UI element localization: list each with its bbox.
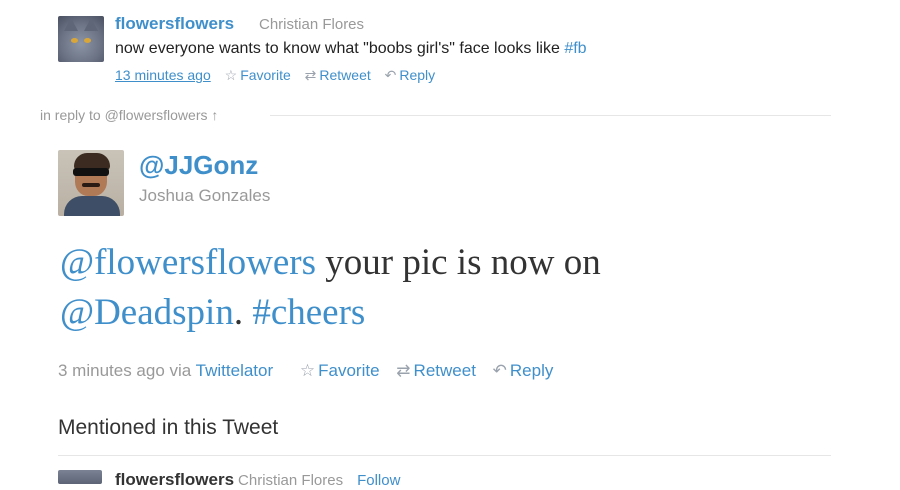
star-icon: ☆	[299, 361, 316, 380]
divider	[58, 455, 831, 456]
retweet-icon: ⇄	[396, 361, 411, 380]
reply-label: Reply	[399, 67, 436, 83]
main-favorite-button[interactable]: ☆ Favorite	[300, 361, 380, 380]
main-reply-button[interactable]: ↶ Reply	[493, 361, 554, 380]
reply-tweet-body: now everyone wants to know what "boobs g…	[115, 40, 565, 57]
favorite-label: Favorite	[240, 67, 291, 83]
hashtag-fb-link[interactable]: #fb	[564, 40, 586, 57]
mentioned-fullname: Christian Flores	[238, 472, 344, 489]
main-favorite-label: Favorite	[318, 361, 380, 380]
reply-tweet-actions: 13 minutes ago ☆ Favorite ⇄ Retweet ↶ Reply	[115, 67, 445, 84]
main-tweet-meta: 3 minutes ago via Twittelator ☆ Favorite …	[58, 361, 565, 381]
main-tweet-timestamp: 3 minutes ago via	[58, 361, 196, 380]
follow-button[interactable]: Follow	[357, 472, 400, 489]
reply-tweet-username[interactable]: flowersflowers	[115, 14, 234, 34]
main-tweet-text: @flowersflowers your pic is now on @Deads…	[60, 238, 840, 338]
reply-tweet-text: now everyone wants to know what "boobs g…	[115, 40, 587, 58]
divider	[270, 115, 831, 116]
mentioned-user-avatar[interactable]	[58, 470, 102, 484]
client-link[interactable]: Twittelator	[196, 361, 273, 380]
main-retweet-button[interactable]: ⇄ Retweet	[396, 361, 476, 380]
main-retweet-label: Retweet	[413, 361, 476, 380]
favorite-button[interactable]: ☆ Favorite	[225, 67, 291, 83]
main-tweet-text-part1: your pic is now on	[316, 242, 601, 283]
main-tweet-text-part2: .	[233, 292, 253, 333]
flowersflowers-avatar[interactable]	[58, 16, 104, 62]
mentioned-heading: Mentioned in this Tweet	[58, 416, 279, 439]
cat-ear-right	[84, 18, 98, 31]
retweet-icon: ⇄	[304, 67, 317, 83]
avatar-mustache	[82, 183, 100, 187]
reply-icon: ↶	[492, 361, 507, 380]
main-tweet-handle[interactable]: @JJGonz	[139, 150, 258, 181]
main-tweet-fullname: Joshua Gonzales	[139, 186, 271, 205]
reply-tweet-timestamp[interactable]: 13 minutes ago	[115, 67, 211, 83]
cat-eye-right	[84, 38, 91, 43]
hashtag-cheers-link[interactable]: #cheers	[252, 292, 365, 333]
reply-tweet-fullname: Christian Flores	[259, 16, 365, 33]
avatar-shirt	[64, 196, 120, 216]
cat-ear-left	[64, 18, 78, 31]
retweet-label: Retweet	[319, 67, 371, 83]
main-reply-label: Reply	[509, 361, 554, 380]
mention-flowersflowers-link[interactable]: @flowersflowers	[60, 242, 316, 283]
jjgonz-avatar[interactable]	[58, 150, 124, 216]
mention-deadspin-link[interactable]: @Deadspin	[60, 292, 234, 333]
avatar-sunglasses	[73, 168, 109, 176]
mentioned-user-row: flowersflowers Christian Flores Follow	[115, 470, 400, 490]
in-reply-to-link[interactable]: in reply to @flowersflowers ↑	[40, 107, 218, 123]
reply-button[interactable]: ↶ Reply	[385, 67, 436, 83]
retweet-button[interactable]: ⇄ Retweet	[305, 67, 371, 83]
star-icon: ☆	[224, 67, 238, 83]
reply-icon: ↶	[384, 67, 397, 83]
cat-eye-left	[71, 38, 78, 43]
